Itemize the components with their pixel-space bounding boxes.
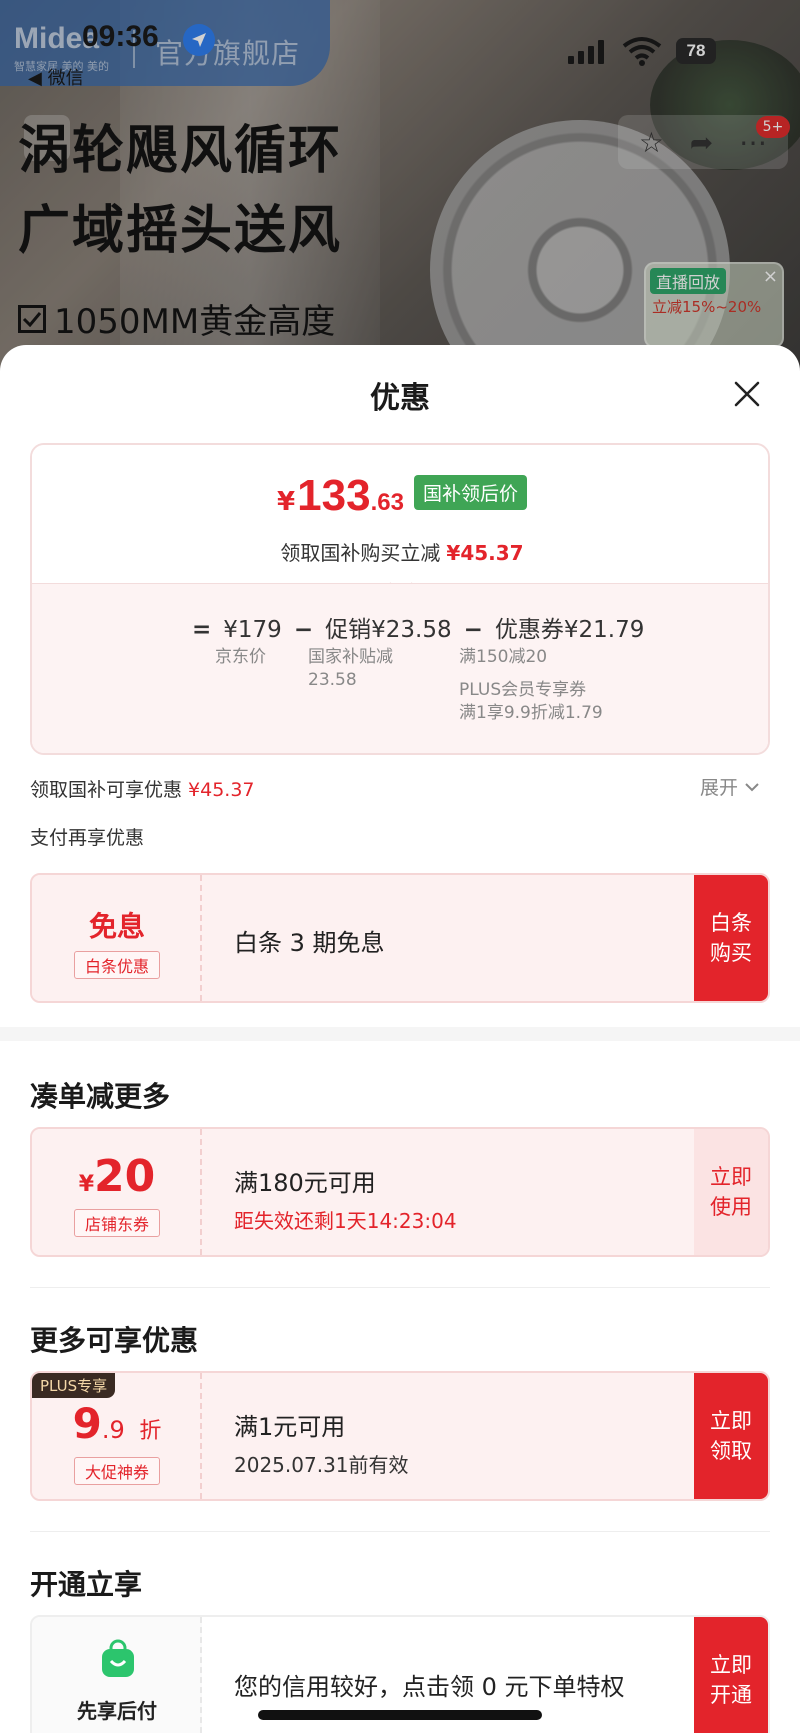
- mega-sale-tag: 大促神券: [74, 1457, 160, 1485]
- coupon-left: 免息 白条优惠: [32, 875, 202, 1001]
- more-section-title: 更多可享优惠: [30, 1324, 199, 1357]
- coupon-expiry: 2025.07.31前有效: [234, 1453, 409, 1477]
- product-banner: Midea 智慧家居 美的 美的 官方旗舰店 09:36 ◀ 微信 78 ☆ ➦…: [0, 0, 800, 380]
- pay-later-text: 您的信用较好，点击领 0 元下单特权: [234, 1673, 625, 1701]
- button-label: 领取: [710, 1439, 752, 1463]
- coupon-left: 先享后付: [32, 1617, 202, 1733]
- coupon-label-line: 满1享9.9折减1.79: [459, 703, 603, 723]
- close-icon[interactable]: [731, 378, 763, 410]
- coupon-condition: 满1元可用: [234, 1413, 346, 1441]
- coupon-label-line: 满150减20: [459, 647, 548, 667]
- subsidy-price-tag: 国补领后价: [413, 474, 527, 510]
- plus-exclusive-tag: PLUS专享: [32, 1373, 116, 1398]
- pay-section-title: 支付再享优惠: [30, 827, 145, 849]
- subsidy-discount-label: 领取国补购买立减: [280, 541, 441, 565]
- expand-toggle[interactable]: 展开: [700, 773, 760, 800]
- coupon-left: PLUS专享 9.9 折 大促神券: [32, 1373, 202, 1499]
- baitiao-coupon: 免息 白条优惠 白条 3 期免息 白条 购买: [30, 873, 770, 1003]
- shopping-bag-icon: [102, 1639, 134, 1677]
- claim-now-button[interactable]: 立即 领取: [694, 1373, 768, 1499]
- discount-int: 9: [72, 1399, 102, 1448]
- button-label: 购买: [710, 941, 752, 965]
- sheet-title: 优惠: [370, 381, 430, 416]
- chevron-down-icon: [745, 782, 759, 791]
- promotions-sheet: 优惠 ¥ 133 .63 国补领后价 领取国补购买立减 ¥45.37 = ¥179…: [0, 345, 800, 1733]
- jd-price-value: ¥179: [223, 617, 282, 643]
- coupon-info: 白条 3 期免息: [204, 875, 694, 1001]
- coupon-value: 优惠券¥21.79: [494, 617, 645, 643]
- promo-label: 国家补贴减 23.58: [308, 646, 393, 692]
- price-formula-row: = ¥179 − 促销¥23.58 − 优惠券¥21.79: [180, 610, 644, 644]
- coupon-label: 满150减20 PLUS会员专享券 满1享9.9折减1.79: [459, 646, 603, 725]
- price-formula: = ¥179 − 促销¥23.58 − 优惠券¥21.79 京东价 国家补贴减 …: [32, 583, 768, 753]
- baitiao-main-text: 白条 3 期免息: [234, 929, 385, 957]
- divider: [30, 1531, 770, 1532]
- baitiao-benefit-tag: 白条优惠: [74, 951, 160, 979]
- price-summary: ¥ 133 .63 国补领后价 领取国补购买立减 ¥45.37: [32, 445, 768, 583]
- pay-later-label: 先享后付: [77, 1699, 157, 1723]
- promo-value: 促销¥23.58: [325, 617, 452, 643]
- button-label: 使用: [710, 1195, 752, 1219]
- banner-dim-overlay: [0, 0, 800, 380]
- section-gap: [0, 1027, 800, 1041]
- home-indicator[interactable]: [258, 1710, 542, 1720]
- store-coupon-tag: 店铺东券: [74, 1209, 160, 1237]
- coupon-countdown: 距失效还剩1天14:23:04: [234, 1209, 457, 1233]
- coupon-currency: ¥: [78, 1172, 95, 1197]
- formula-minus-2: −: [463, 617, 483, 643]
- button-label: 立即: [710, 1409, 752, 1433]
- promo-label-line: 国家补贴减: [308, 647, 393, 667]
- divider: [30, 1287, 770, 1288]
- open-now-button[interactable]: 立即 开通: [694, 1617, 768, 1733]
- price-breakdown-card: ¥ 133 .63 国补领后价 领取国补购买立减 ¥45.37 = ¥179 − …: [30, 443, 770, 755]
- currency-symbol: ¥: [277, 487, 296, 517]
- coupon-amount-value: 20: [94, 1151, 156, 1202]
- expand-label: 展开: [700, 777, 739, 799]
- coupon-info: 满1元可用 2025.07.31前有效: [204, 1373, 694, 1499]
- store-coupon: ¥20 店铺东券 满180元可用 距失效还剩1天14:23:04 已领 立即 使…: [30, 1127, 770, 1257]
- button-label: 立即: [710, 1653, 752, 1677]
- combine-section-title: 凑单减更多: [30, 1080, 171, 1113]
- interest-free-label: 免息: [88, 910, 145, 943]
- coupon-condition: 满180元可用: [234, 1169, 376, 1197]
- promo-label-line: 23.58: [308, 670, 357, 690]
- coupon-info: 满180元可用 距失效还剩1天14:23:04 已领: [204, 1129, 694, 1255]
- button-label: 白条: [710, 911, 752, 935]
- button-label: 开通: [710, 1683, 752, 1707]
- final-price: ¥ 133 .63 国补领后价: [32, 471, 768, 521]
- jd-price-label: 京东价: [215, 647, 266, 667]
- formula-minus-1: −: [293, 617, 314, 643]
- price-integer: 133: [297, 471, 371, 520]
- use-now-button[interactable]: 立即 使用: [694, 1129, 768, 1255]
- baitiao-buy-button[interactable]: 白条 购买: [694, 875, 768, 1001]
- coupon-amount: ¥20: [32, 1151, 202, 1202]
- discount-rate: 9.9 折: [32, 1399, 202, 1448]
- coupon-left: ¥20 店铺东券: [32, 1129, 202, 1255]
- subsidy-discount-line: 领取国补购买立减 ¥45.37: [32, 537, 768, 566]
- button-label: 立即: [710, 1165, 752, 1189]
- discount-unit: 折: [139, 1419, 162, 1444]
- national-subsidy-label: 领取国补可享优惠: [30, 779, 183, 801]
- price-decimal: .63: [370, 489, 404, 516]
- subsidy-discount-amount: ¥45.37: [446, 541, 524, 565]
- national-subsidy-amount: ¥45.37: [188, 779, 255, 801]
- formula-equals: =: [192, 617, 212, 643]
- open-section-title: 开通立享: [30, 1568, 143, 1601]
- coupon-label-line: PLUS会员专享券: [459, 680, 587, 700]
- national-subsidy-row: 领取国补可享优惠 ¥45.37: [30, 775, 770, 802]
- discount-dec: .9: [101, 1416, 125, 1444]
- plus-coupon: PLUS专享 9.9 折 大促神券 满1元可用 2025.07.31前有效 立即…: [30, 1371, 770, 1501]
